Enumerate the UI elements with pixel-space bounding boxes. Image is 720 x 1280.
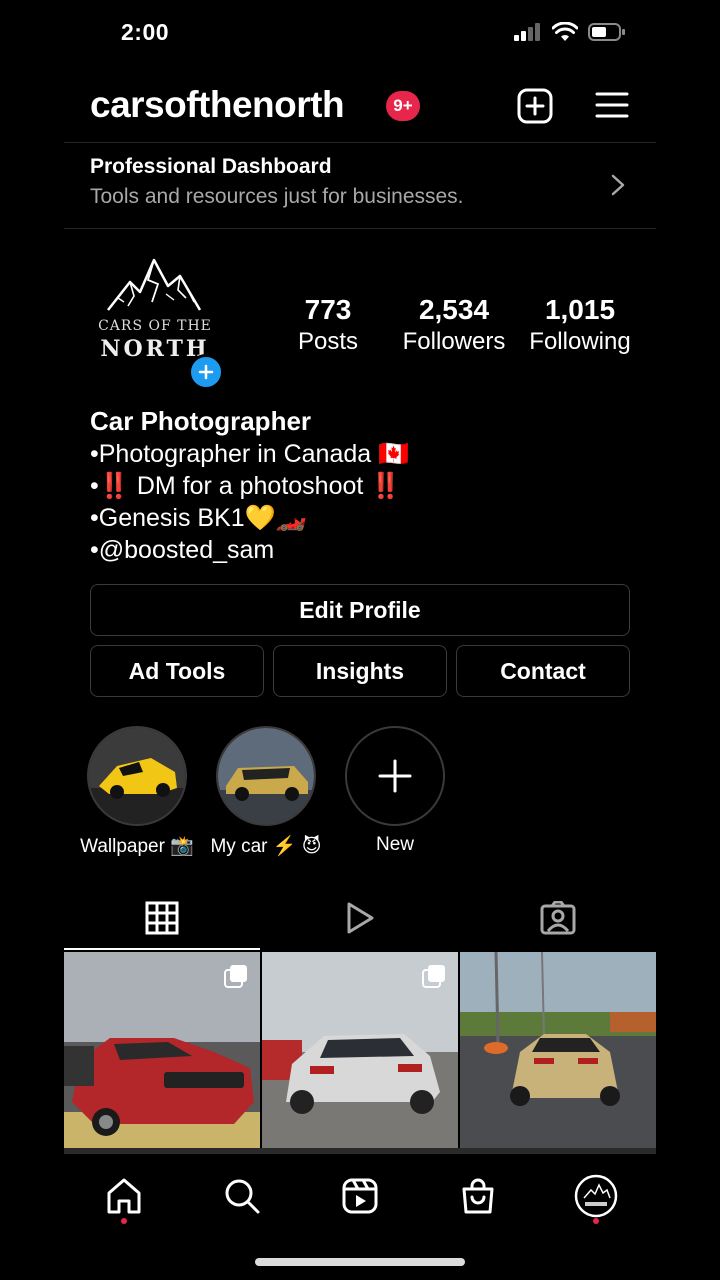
profile-tabs (64, 885, 656, 951)
stat-label: Following (529, 328, 631, 355)
nav-profile[interactable] (572, 1172, 620, 1220)
play-icon (347, 902, 374, 934)
signal-icon (514, 23, 540, 41)
stat-value: 773 (304, 294, 352, 325)
highlight-thumb (87, 726, 187, 826)
highlight-my-car[interactable]: My car ⚡️ 😈 (200, 726, 332, 858)
status-icons (514, 22, 626, 42)
highlight-label: New (375, 834, 414, 855)
yellow-car-image (89, 728, 185, 824)
nav-shop[interactable] (454, 1172, 502, 1220)
tab-tagged[interactable] (460, 885, 656, 951)
highlight-new[interactable]: New (329, 726, 461, 856)
stat-followers[interactable]: 2,534 Followers (396, 293, 512, 357)
profile-avatar-icon (574, 1174, 618, 1218)
status-time: 2:00 (121, 19, 170, 45)
highlight-label: Wallpaper 📸 (80, 836, 194, 857)
add-story-button[interactable] (188, 354, 224, 390)
edit-profile-button[interactable]: Edit Profile (90, 584, 630, 636)
notification-badge[interactable]: 9+ (386, 91, 420, 121)
username-switcher[interactable]: carsofthenorth (90, 84, 345, 126)
stat-value: 1,015 (544, 294, 616, 325)
multiple-posts-icon (422, 965, 445, 988)
wifi-icon (552, 22, 578, 41)
bio-line: •‼️ DM for a photoshoot ‼️ (90, 472, 402, 500)
highlight-label: My car ⚡️ 😈 (210, 836, 322, 857)
highlight-wallpaper[interactable]: Wallpaper 📸 (71, 726, 203, 858)
profile-bio: Car Photographer •Photographer in Canada… (90, 404, 650, 566)
home-icon (107, 1178, 141, 1214)
bio-line: •Genesis BK1💛🏎️ (90, 504, 307, 532)
professional-dashboard[interactable]: Professional Dashboard Tools and resourc… (64, 143, 656, 228)
grid-icon (145, 901, 179, 935)
tab-active-indicator (64, 948, 260, 950)
nav-activity-dot (121, 1218, 127, 1224)
post-thumbnail[interactable] (262, 952, 458, 1148)
profile-avatar[interactable]: CARS OF THE NORTH (88, 250, 220, 368)
chevron-right-icon (611, 174, 625, 196)
highlight-thumb (345, 726, 445, 826)
dashboard-title: Professional Dashboard (90, 155, 332, 178)
battery-icon (588, 23, 625, 41)
nav-search[interactable] (218, 1172, 266, 1220)
stat-label: Followers (402, 328, 506, 355)
plus-icon (198, 364, 214, 380)
profile-header: carsofthenorth 9+ (90, 84, 630, 130)
plus-icon (378, 759, 412, 793)
stat-following[interactable]: 1,015 Following (522, 293, 638, 357)
stat-label: Posts (297, 328, 359, 355)
grid-next-row (64, 1148, 656, 1154)
highlight-thumb (216, 726, 316, 826)
status-bar: 2:00 (0, 0, 720, 66)
bio-line: •Photographer in Canada 🇨🇦 (90, 440, 410, 468)
ad-tools-button[interactable]: Ad Tools (90, 645, 264, 697)
contact-button[interactable]: Contact (456, 645, 630, 697)
tab-reels[interactable] (262, 885, 458, 951)
insights-button[interactable]: Insights (273, 645, 447, 697)
nav-home[interactable] (100, 1172, 148, 1220)
bio-name: Car Photographer (90, 406, 312, 436)
gold-coupe-road-image (460, 952, 656, 1148)
bio-mention-link[interactable]: •@boosted_sam (90, 534, 650, 566)
post-thumbnail[interactable] (460, 952, 656, 1148)
menu-icon[interactable] (595, 90, 629, 120)
new-post-icon[interactable] (517, 88, 553, 124)
divider (64, 228, 656, 229)
reels-icon (342, 1178, 378, 1214)
stat-posts[interactable]: 773 Posts (288, 293, 368, 357)
post-grid (64, 952, 656, 1152)
multiple-posts-icon (224, 965, 247, 988)
nav-reels[interactable] (336, 1172, 384, 1220)
gold-coupe-image (218, 728, 314, 824)
nav-activity-dot (593, 1218, 599, 1224)
search-icon (225, 1179, 260, 1214)
mountain-logo-icon (107, 258, 202, 311)
post-thumbnail[interactable] (64, 952, 260, 1148)
shop-icon (462, 1178, 494, 1214)
home-indicator[interactable] (255, 1258, 465, 1266)
stat-value: 2,534 (418, 294, 490, 325)
logo-text-line1: CARS OF THE (98, 318, 212, 334)
tab-grid[interactable] (64, 885, 260, 951)
tagged-icon (540, 901, 576, 935)
dashboard-subtitle: Tools and resources just for businesses. (90, 185, 464, 208)
